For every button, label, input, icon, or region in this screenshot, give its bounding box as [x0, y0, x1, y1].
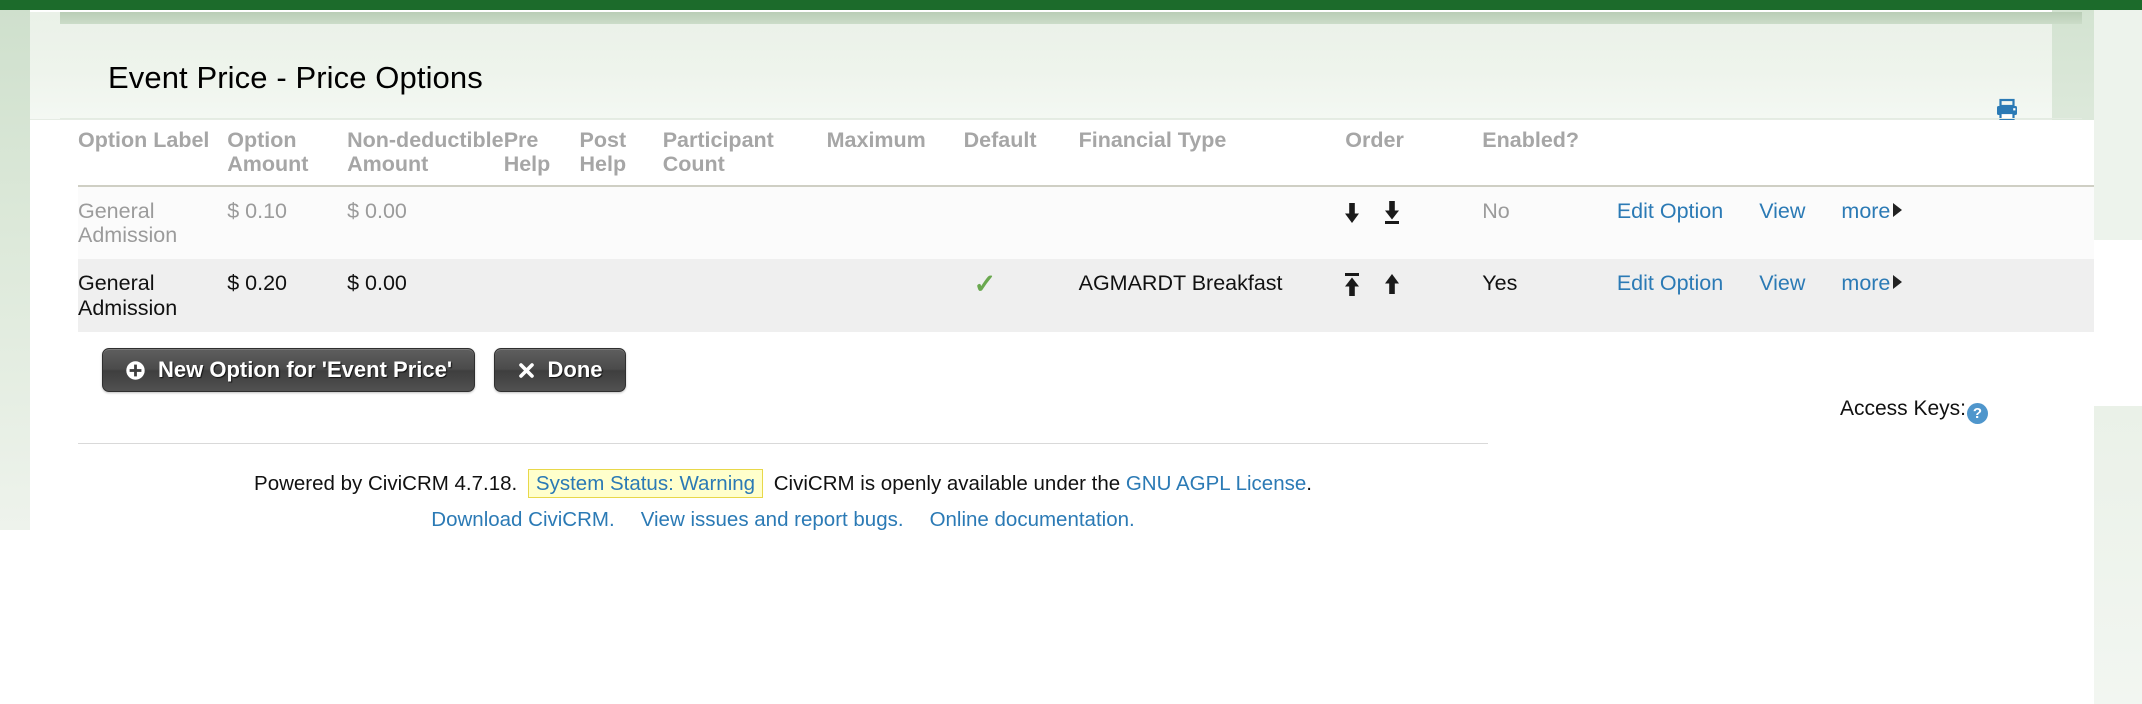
- move-to-bottom-icon[interactable]: [1383, 200, 1417, 225]
- cell-maximum: [826, 259, 964, 332]
- cell-option-label: General Admission: [78, 186, 228, 260]
- download-civicrm-link[interactable]: Download CiviCRM.: [431, 508, 614, 531]
- check-mark-icon: ✓: [973, 269, 997, 300]
- cell-participant-count: [662, 259, 827, 332]
- right-outer-margin: [2094, 10, 2142, 240]
- action-button-bar: New Option for 'Event Price' Done: [102, 348, 626, 394]
- cell-pre-help: [503, 259, 580, 332]
- x-icon: [517, 361, 536, 380]
- cell-participant-count: [662, 186, 827, 260]
- footer-line-primary: Powered by CiviCRM 4.7.18. System Status…: [78, 468, 1488, 500]
- chevron-right-icon: [1893, 275, 1903, 290]
- cell-actions: Edit Option View more: [1616, 259, 2094, 332]
- powered-by-text: Powered by CiviCRM 4.7.18.: [254, 472, 518, 495]
- table-row: General Admission $ 0.20 $ 0.00 ✓ AGMARD…: [78, 259, 2094, 332]
- done-button[interactable]: Done: [493, 348, 626, 392]
- done-button-label: Done: [547, 357, 603, 382]
- header-top-strip: [60, 12, 2082, 24]
- chevron-right-icon: [1893, 203, 1903, 218]
- cell-actions: Edit Option View more: [1616, 186, 2094, 260]
- right-rail-accent: [2052, 0, 2094, 10]
- left-rail-accent: [0, 0, 30, 10]
- cell-post-help: [579, 186, 663, 260]
- question-mark-icon[interactable]: ?: [1967, 403, 1988, 424]
- gnu-agpl-license-link[interactable]: GNU AGPL License: [1126, 472, 1306, 495]
- page-title: Event Price - Price Options: [108, 60, 483, 95]
- price-options-table: Option Label Option Amount Non-deductibl…: [78, 120, 2094, 332]
- column-header-option-amount: Option Amount: [227, 120, 348, 187]
- cell-default: ✓: [963, 259, 1079, 332]
- table-head: Option Label Option Amount Non-deductibl…: [78, 120, 2094, 187]
- content-area: Option Label Option Amount Non-deductibl…: [30, 120, 2094, 704]
- move-to-top-icon[interactable]: [1343, 272, 1383, 297]
- top-accent-bar: [0, 0, 2142, 10]
- system-status-link[interactable]: System Status: Warning: [527, 469, 764, 498]
- column-header-participant-count: Participant Count: [662, 120, 827, 187]
- cell-non-deductible: $ 0.00: [347, 259, 504, 332]
- cell-pre-help: [503, 186, 580, 260]
- table-header-row: Option Label Option Amount Non-deductibl…: [78, 120, 2094, 187]
- more-link[interactable]: more: [1841, 271, 1890, 295]
- footer-line-secondary: Download CiviCRM. View issues and report …: [78, 504, 1488, 536]
- cell-post-help: [579, 259, 663, 332]
- more-link[interactable]: more: [1841, 199, 1890, 223]
- left-gradient-rail: [0, 10, 30, 530]
- order-arrow-group: [1343, 271, 1417, 299]
- table-row: General Admission $ 0.10 $ 0.00 No Edit …: [78, 186, 2094, 260]
- cell-maximum: [826, 186, 964, 260]
- view-issues-link[interactable]: View issues and report bugs.: [641, 508, 904, 531]
- header-divider: [60, 118, 2082, 119]
- column-header-enabled: Enabled?: [1482, 120, 1617, 187]
- access-keys-label: Access Keys:: [1839, 397, 1966, 420]
- column-header-option-label: Option Label: [78, 120, 228, 187]
- cell-enabled: No: [1482, 186, 1617, 260]
- new-option-button-label: New Option for 'Event Price': [158, 357, 453, 382]
- page-header-panel: Event Price - Price Options: [30, 12, 2082, 122]
- column-header-maximum: Maximum: [826, 120, 964, 187]
- more-actions-toggle[interactable]: more: [1841, 199, 1903, 223]
- column-header-default: Default: [963, 120, 1079, 187]
- footer: Powered by CiviCRM 4.7.18. System Status…: [78, 443, 1488, 536]
- move-down-icon[interactable]: [1343, 200, 1383, 224]
- cell-option-amount: $ 0.10: [227, 186, 348, 260]
- view-link[interactable]: View: [1759, 199, 1805, 223]
- cell-non-deductible: $ 0.00: [347, 186, 504, 260]
- cell-option-label: General Admission: [78, 259, 228, 332]
- column-header-pre-help: Pre Help: [503, 120, 580, 187]
- view-link[interactable]: View: [1759, 271, 1805, 295]
- column-header-actions: [1616, 120, 2094, 187]
- table-body: General Admission $ 0.10 $ 0.00 No Edit …: [78, 186, 2094, 332]
- edit-option-link[interactable]: Edit Option: [1617, 199, 1723, 223]
- edit-option-link[interactable]: Edit Option: [1617, 271, 1723, 295]
- column-header-post-help: Post Help: [579, 120, 663, 187]
- more-actions-toggle[interactable]: more: [1841, 271, 1903, 295]
- openly-available-text: CiviCRM is openly available under the: [773, 472, 1121, 495]
- column-header-non-deductible: Non-deductible Amount: [347, 120, 504, 187]
- cell-option-amount: $ 0.20: [227, 259, 348, 332]
- plus-circle-icon: [125, 360, 146, 381]
- column-header-order: Order: [1345, 120, 1483, 187]
- new-option-button[interactable]: New Option for 'Event Price': [102, 348, 476, 392]
- order-arrow-group: [1343, 199, 1417, 227]
- cell-order: [1343, 186, 1483, 260]
- access-keys: Access Keys:?: [1840, 397, 1988, 424]
- cell-financial-type: [1078, 186, 1346, 260]
- move-up-icon[interactable]: [1383, 272, 1417, 296]
- cell-enabled: Yes: [1482, 259, 1617, 332]
- page-frame: Event Price - Price Options Option Label…: [0, 0, 2142, 704]
- column-header-financial-type: Financial Type: [1078, 120, 1346, 187]
- cell-default: [963, 186, 1079, 260]
- license-period: .: [1306, 472, 1312, 495]
- online-documentation-link[interactable]: Online documentation.: [930, 508, 1135, 531]
- cell-order: [1343, 259, 1483, 332]
- cell-financial-type: AGMARDT Breakfast: [1078, 259, 1346, 332]
